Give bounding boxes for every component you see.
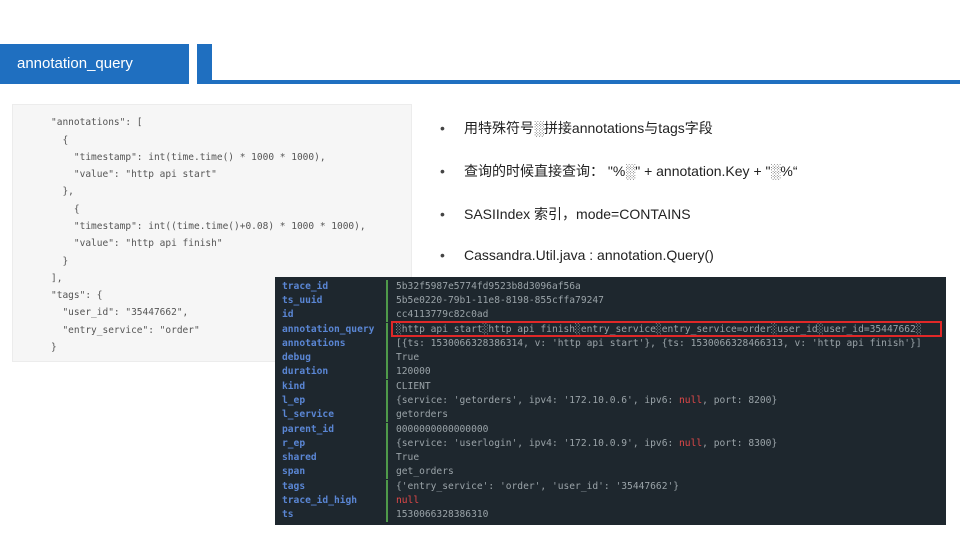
code-line: "entry_service": "order"	[51, 325, 200, 336]
column-name: parent_id	[282, 424, 334, 435]
column-name: kind	[282, 381, 306, 392]
column-name: ts_uuid	[282, 295, 323, 306]
column-name: r_ep	[282, 438, 306, 449]
column-name: ts	[282, 509, 294, 520]
bullet-item: • 查询的时候直接查询： "%░" + annotation.Key + "░%“	[440, 161, 798, 181]
code-line: "timestamp": int(time.time() * 1000 * 10…	[51, 152, 326, 163]
bullet-marker: •	[440, 206, 445, 222]
column-name: l_ep	[282, 395, 306, 406]
column-value: True	[396, 352, 420, 363]
bullet-item: • Cassandra.Util.java : annotation.Query(…	[440, 247, 714, 263]
column-name: trace_id	[282, 281, 329, 292]
code-line: "value": "http api start"	[51, 169, 217, 180]
code-line: }	[51, 342, 57, 353]
code-line: }	[51, 256, 69, 267]
column-name: l_service	[282, 409, 334, 420]
title-underline	[212, 80, 960, 84]
column-value: {service: 'userlogin', ipv4: '172.10.0.9…	[396, 438, 778, 449]
slide-title: annotation_query	[0, 44, 189, 84]
terminal-query-result: trace_id 5b32f5987e5774fd9523b8d3096af56…	[275, 277, 946, 525]
code-line: "value": "http api finish"	[51, 238, 223, 249]
column-value: null	[396, 495, 420, 506]
column-value: 120000	[396, 366, 431, 377]
column-name: shared	[282, 452, 317, 463]
code-line: "tags": {	[51, 290, 103, 301]
code-line: {	[51, 204, 80, 215]
column-value: cc4113779c82c0ad	[396, 309, 489, 320]
bullet-marker: •	[440, 120, 445, 136]
column-value: get_orders	[396, 466, 454, 477]
column-value: {'entry_service': 'order', 'user_id': '3…	[396, 481, 680, 492]
column-value: [{ts: 1530066328386314, v: 'http api sta…	[396, 338, 922, 349]
column-name: annotations	[282, 338, 346, 349]
code-line: "annotations": [	[51, 117, 143, 128]
bullet-item: • SASIIndex 索引，mode=CONTAINS	[440, 204, 691, 224]
column-value: 1530066328386310	[396, 509, 489, 520]
column-value: getorders	[396, 409, 448, 420]
column-name: trace_id_high	[282, 495, 358, 506]
title-accent-bar	[197, 44, 212, 84]
column-value: True	[396, 452, 420, 463]
bullet-marker: •	[440, 163, 445, 179]
column-name: duration	[282, 366, 329, 377]
column-value: 5b32f5987e5774fd9523b8d3096af56a	[396, 281, 581, 292]
column-value: CLIENT	[396, 381, 431, 392]
bullet-text: Cassandra.Util.java : annotation.Query()	[464, 247, 714, 263]
column-value: 0000000000000000	[396, 424, 489, 435]
column-value: 5b5e0220-79b1-11e8-8198-855cffa79247	[396, 295, 604, 306]
annotation-query-highlight	[391, 321, 942, 337]
code-line: },	[51, 186, 74, 197]
code-line: "user_id": "35447662",	[51, 307, 189, 318]
code-line: "timestamp": int((time.time()+0.08) * 10…	[51, 221, 366, 232]
column-name: debug	[282, 352, 311, 363]
bullet-text: 用特殊符号░拼接annotations与tags字段	[464, 120, 713, 136]
code-line: ],	[51, 273, 63, 284]
column-name: id	[282, 309, 294, 320]
bullet-text: SASIIndex 索引，mode=CONTAINS	[464, 206, 691, 222]
column-name: tags	[282, 481, 306, 492]
column-name: annotation_query	[282, 324, 375, 335]
column-value: {service: 'getorders', ipv4: '172.10.0.6…	[396, 395, 778, 406]
bullet-marker: •	[440, 247, 445, 263]
bullet-item: • 用特殊符号░拼接annotations与tags字段	[440, 118, 713, 138]
code-line: {	[51, 135, 69, 146]
bullet-text: 查询的时候直接查询： "%░" + annotation.Key + "░%“	[464, 163, 798, 179]
column-name: span	[282, 466, 306, 477]
